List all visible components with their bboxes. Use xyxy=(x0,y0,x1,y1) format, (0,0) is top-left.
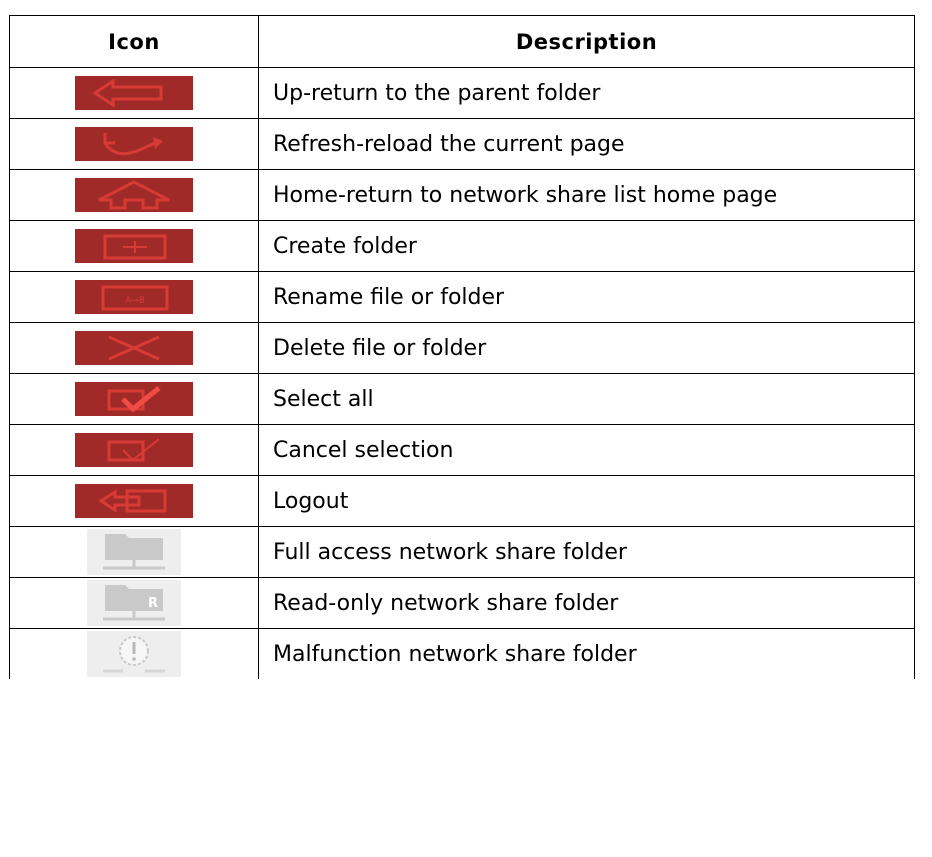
row-description: Create folder xyxy=(258,220,915,272)
table-row: Home-return to network share list home p… xyxy=(9,169,915,221)
row-description: Delete file or folder xyxy=(258,322,915,374)
header-icon: Icon xyxy=(9,15,259,68)
row-description: Rename file or folder xyxy=(258,271,915,323)
refresh-icon xyxy=(75,127,193,161)
home-icon xyxy=(75,178,193,212)
row-description: Home-return to network share list home p… xyxy=(258,169,915,221)
table-row: Up-return to the parent folder xyxy=(9,67,915,119)
row-description: Refresh-reload the current page xyxy=(258,118,915,170)
table-row: A→B Rename file or folder xyxy=(9,271,915,323)
table-header-row: Icon Description xyxy=(9,15,915,68)
read-only-badge-letter: R xyxy=(148,596,158,611)
table-row: Select all xyxy=(9,373,915,425)
row-description: Read-only network share folder xyxy=(258,577,915,629)
malfunction-share-folder-icon xyxy=(87,631,181,677)
table-row: Create folder xyxy=(9,220,915,272)
full-access-share-folder-icon xyxy=(87,529,181,575)
rename-badge-text: A→B xyxy=(125,296,145,306)
create-folder-icon xyxy=(75,229,193,263)
row-description: Malfunction network share folder xyxy=(258,628,915,679)
row-description: Cancel selection xyxy=(258,424,915,476)
delete-icon xyxy=(75,331,193,365)
table-row: Cancel selection xyxy=(9,424,915,476)
table-row: Refresh-reload the current page xyxy=(9,118,915,170)
table-row: Full access network share folder xyxy=(9,526,915,578)
table-row: Delete file or folder xyxy=(9,322,915,374)
up-arrow-icon xyxy=(75,76,193,110)
row-description: Logout xyxy=(258,475,915,527)
row-description: Full access network share folder xyxy=(258,526,915,578)
row-description: Up-return to the parent folder xyxy=(258,67,915,119)
header-description: Description xyxy=(258,15,915,68)
rename-icon: A→B xyxy=(75,280,193,314)
read-only-share-folder-icon: R xyxy=(87,580,181,626)
table-row: R Read-only network share folder xyxy=(9,577,915,629)
logout-icon xyxy=(75,484,193,518)
table-row: Logout xyxy=(9,475,915,527)
table-row: Malfunction network share folder xyxy=(9,628,915,679)
cancel-selection-icon xyxy=(75,433,193,467)
icon-description-table: Icon Description Up-return to the parent… xyxy=(9,15,915,679)
row-description: Select all xyxy=(258,373,915,425)
select-all-icon xyxy=(75,382,193,416)
